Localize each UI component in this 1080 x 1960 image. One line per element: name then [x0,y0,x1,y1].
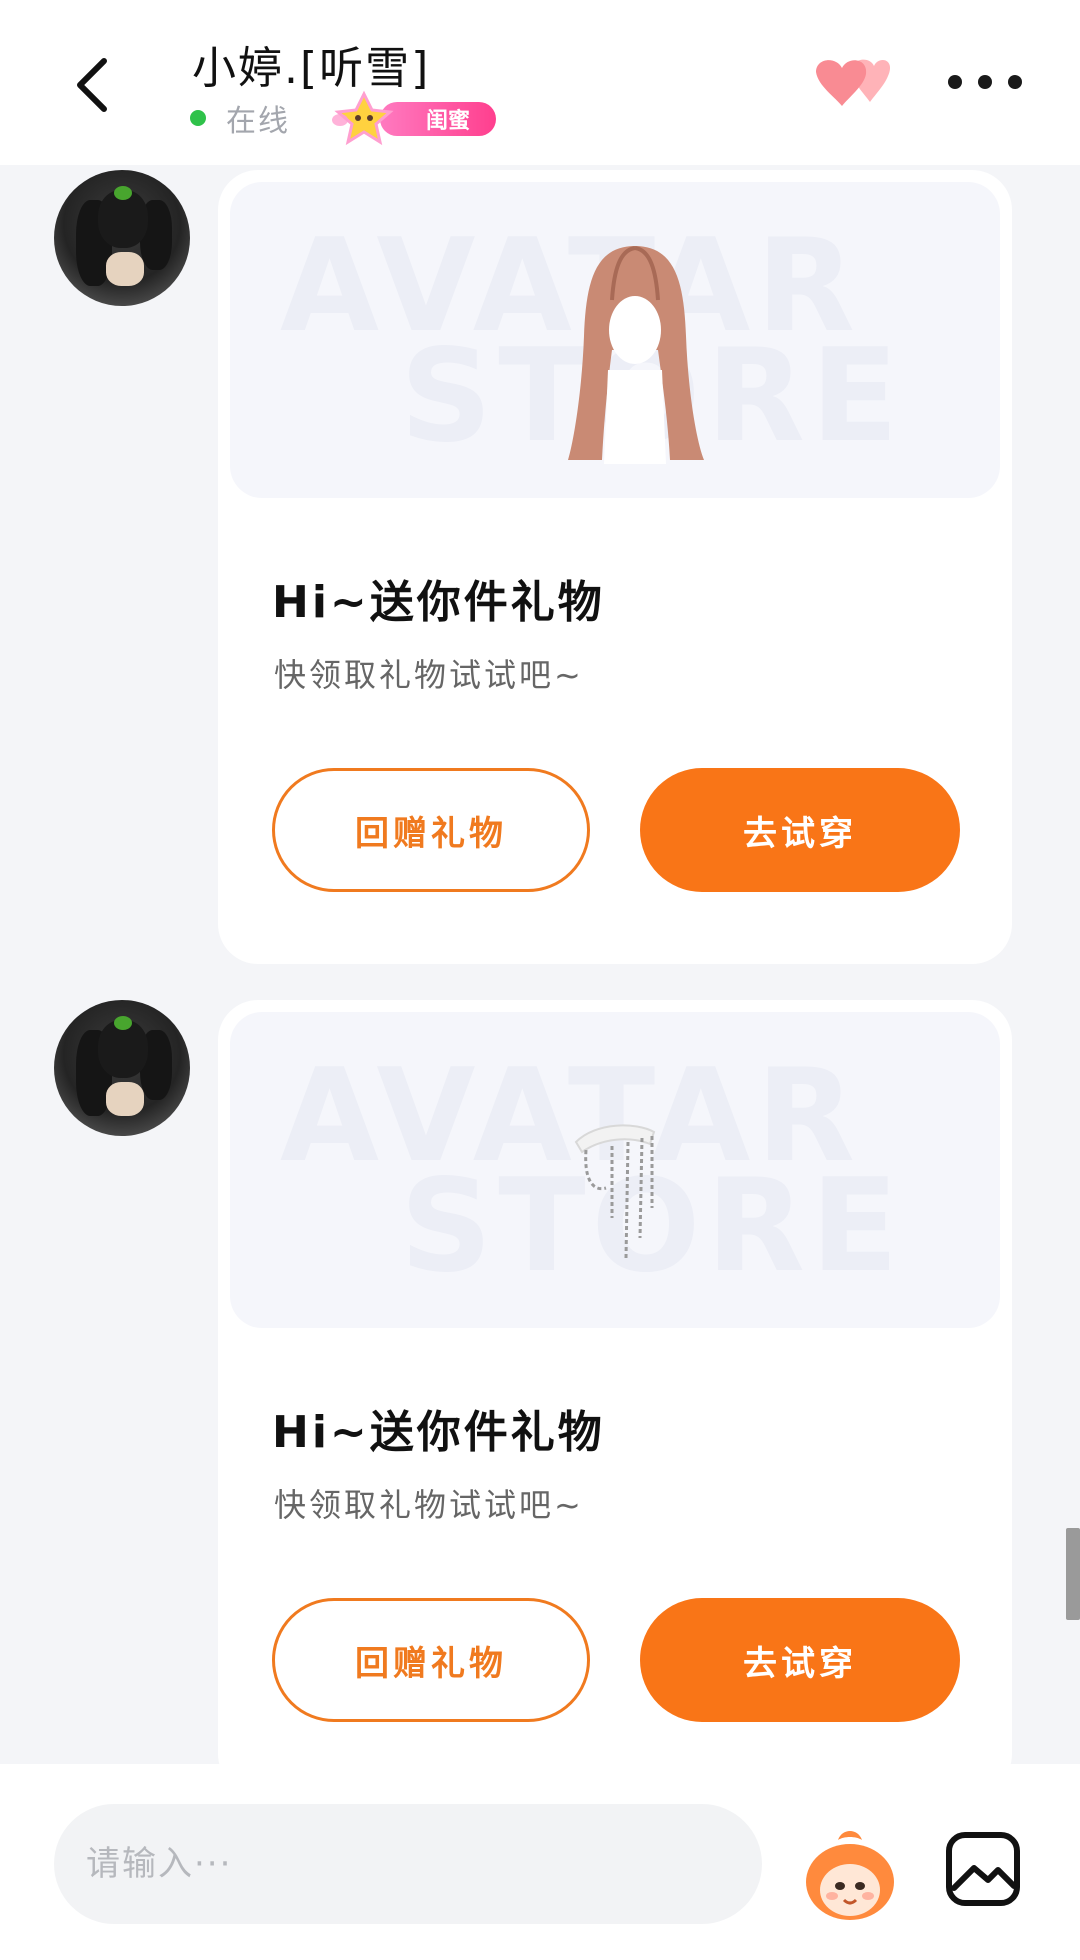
relationship-badge[interactable]: 闺蜜 [320,90,496,146]
wig-item-image [568,246,704,464]
star-icon [332,90,394,146]
sender-avatar[interactable] [54,1000,190,1136]
chevron-left-icon [77,58,107,112]
try-on-button[interactable]: 去试穿 [640,768,960,892]
return-gift-button[interactable]: 回赠礼物 [272,768,590,892]
chat-header: 小婷.[听雪] 在线 闺蜜 [0,0,1080,165]
gift-title: Hi~送你件礼物 [272,1407,605,1458]
message-input[interactable] [54,1804,762,1924]
hearts-icon [816,59,891,106]
gift-card: AVATAR STORE Hi~送你件礼物 快领取礼物试试吧~ 回赠礼物 去试穿 [218,1000,1012,1794]
intimacy-button[interactable] [806,50,896,116]
gift-preview-image[interactable]: AVATAR STORE [230,1012,1000,1328]
return-gift-button[interactable]: 回赠礼物 [272,1598,590,1722]
image-icon [946,1832,1020,1906]
gift-subtitle: 快领取礼物试试吧~ [274,656,584,694]
try-on-button[interactable]: 去试穿 [640,1598,960,1722]
online-status: 在线 [226,104,290,139]
online-indicator [190,110,206,126]
image-button[interactable] [944,1830,1022,1908]
more-dot [978,75,992,89]
sender-avatar[interactable] [54,170,190,306]
hair-clip-item-image [574,1124,656,1259]
mascot-avatar-icon [806,1831,894,1920]
more-button[interactable] [948,60,1022,104]
gift-card: AVATAR STORE Hi~送你件礼物 快领取礼物试试吧~ 回赠礼物 去试穿 [218,170,1012,964]
gift-preview-image[interactable]: AVATAR STORE [230,182,1000,498]
more-dot [1008,75,1022,89]
back-button[interactable] [62,50,122,120]
chat-title: 小婷.[听雪] [192,43,431,94]
composer-bar [0,1764,1080,1960]
gift-subtitle: 快领取礼物试试吧~ [274,1486,584,1524]
gift-title: Hi~送你件礼物 [272,577,605,628]
status-row: 在线 闺蜜 [190,90,496,146]
scrollbar-thumb[interactable] [1066,1528,1080,1620]
mascot-button[interactable] [800,1826,900,1926]
more-dot [948,75,962,89]
